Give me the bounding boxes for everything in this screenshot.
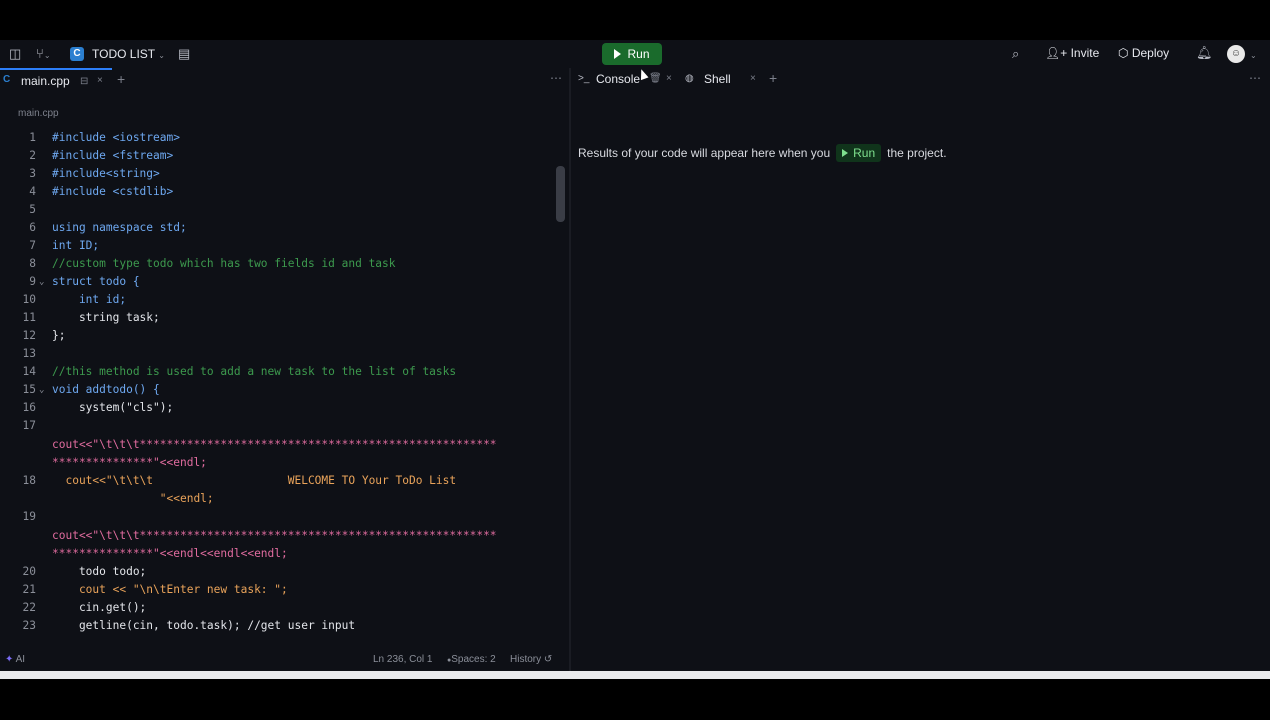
- run-button-label: Run: [627, 47, 650, 61]
- trash-icon[interactable]: 🗑︎: [649, 73, 662, 84]
- code-line-wrap: ***************"<<endl;: [52, 456, 207, 469]
- code-line: 8//custom type todo which has two fields…: [29, 257, 396, 270]
- split-view-icon[interactable]: ⊟: [80, 76, 88, 87]
- code-line-wrap: cout<<"\t\t\t***************************…: [52, 529, 497, 542]
- invite-button[interactable]: 👤︎+ Invite: [1045, 46, 1099, 60]
- add-tab-icon[interactable]: +: [117, 71, 125, 87]
- sidebar-toggle-icon[interactable]: ◫: [9, 47, 21, 61]
- code-line: 23 getline(cin, todo.task); //get user i…: [22, 619, 356, 632]
- code-line: 16 system("cls");: [22, 401, 174, 414]
- indent-setting[interactable]: ●Spaces: 2: [447, 654, 496, 665]
- terminal-icon: >_: [578, 73, 590, 84]
- deploy-icon: ⬡: [1118, 46, 1129, 60]
- code-line: 1 #include <iostream>: [29, 131, 180, 144]
- code-line: 21 cout << "\n\tEnter new task: ";: [22, 583, 288, 596]
- breadcrumb[interactable]: main.cpp: [18, 108, 59, 119]
- editor-pane: C main.cpp ⊟ × + ⋯ main.cpp 1 #include <i…: [0, 68, 568, 671]
- more-options-icon[interactable]: ⋯: [1249, 71, 1261, 85]
- close-icon[interactable]: ×: [750, 73, 756, 84]
- code-line: 19: [22, 510, 36, 523]
- code-line-wrap: cout<<"\t\t\t***************************…: [52, 438, 497, 451]
- pane-divider[interactable]: [569, 68, 571, 671]
- repl-name[interactable]: TODO LIST ⌄: [92, 47, 165, 61]
- console-tab-bar: >_ Console 🗑︎ × ◍ Shell × + ⋯: [572, 68, 1270, 90]
- code-line: 5: [29, 203, 36, 216]
- tab-label: main.cpp: [21, 74, 70, 88]
- close-icon[interactable]: ×: [666, 73, 672, 84]
- fold-chevron-icon[interactable]: ⌄: [39, 273, 44, 291]
- add-tab-icon[interactable]: +: [769, 70, 777, 86]
- history-button[interactable]: History ↺: [510, 654, 552, 665]
- console-empty-message: Results of your code will appear here wh…: [578, 144, 947, 162]
- chevron-down-icon[interactable]: ⌄: [1250, 49, 1257, 63]
- tab-console[interactable]: Console: [596, 72, 640, 86]
- tab-shell[interactable]: Shell: [704, 72, 731, 86]
- code-line: 10 int id;: [22, 293, 127, 306]
- add-user-icon: 👤︎+: [1045, 46, 1068, 60]
- inline-run-button[interactable]: Run: [836, 144, 882, 162]
- ai-icon: ✦: [5, 654, 14, 665]
- console-pane: >_ Console 🗑︎ × ◍ Shell × + ⋯ Results of…: [572, 68, 1270, 671]
- code-line-wrap: ***************"<<endl<<endl<<endl;: [52, 547, 288, 560]
- more-options-icon[interactable]: ⋯: [550, 71, 562, 85]
- cpp-file-icon: C: [3, 74, 11, 85]
- history-icon: ↺: [543, 654, 553, 665]
- editor-scrollbar[interactable]: [556, 166, 565, 222]
- bottom-strip: [0, 671, 1270, 679]
- layout-icon[interactable]: ▤: [178, 47, 190, 61]
- code-line: 14//this method is used to add a new tas…: [22, 365, 457, 378]
- code-line: 12};: [22, 329, 66, 342]
- replit-workspace: ◫ ⑂⌄ C TODO LIST ⌄ ▤ Run ⌕ 👤︎+ Invite ⬡ …: [0, 40, 1270, 671]
- cursor-position[interactable]: Ln 236, Col 1: [373, 654, 433, 665]
- play-icon: [614, 49, 622, 59]
- ai-button[interactable]: ✦ AI: [5, 654, 25, 665]
- tab-main-cpp[interactable]: C main.cpp ⊟ ×: [0, 68, 112, 90]
- code-line: 20 todo todo;: [22, 565, 147, 578]
- shell-icon: ◍: [685, 73, 694, 84]
- repl-language-icon: C: [70, 47, 84, 61]
- play-icon: [842, 149, 849, 157]
- code-line: 6 using namespace std;: [29, 221, 187, 234]
- code-line: 11 string task;: [22, 311, 160, 324]
- code-line: 3 #include<string>: [29, 167, 160, 180]
- run-button[interactable]: Run: [602, 43, 662, 65]
- fold-chevron-icon[interactable]: ⌄: [39, 381, 44, 399]
- code-line: 15 ⌄ void addtodo() {: [0, 381, 555, 399]
- git-branch-icon[interactable]: ⑂⌄: [36, 47, 51, 63]
- code-line-wrap: "<<endl;: [52, 492, 214, 505]
- code-line: 4 #include <cstdlib>: [29, 185, 174, 198]
- editor-status-bar: ✦ AI Ln 236, Col 1 ●Spaces: 2 History ↺: [0, 651, 568, 671]
- code-line: 13: [22, 347, 36, 360]
- avatar[interactable]: ☺: [1227, 45, 1245, 63]
- code-line: 7 int ID;: [29, 239, 100, 252]
- code-line: 17: [22, 419, 36, 432]
- deploy-button[interactable]: ⬡ Deploy: [1118, 46, 1169, 60]
- code-line: 2 #include <fstream>: [29, 149, 174, 162]
- code-line: 9 ⌄ struct todo {: [0, 273, 555, 291]
- bell-icon[interactable]: 🔔︎: [1196, 46, 1213, 60]
- close-icon[interactable]: ×: [97, 75, 103, 86]
- editor-tab-bar: C main.cpp ⊟ × + ⋯: [0, 68, 568, 90]
- code-line: 22 cin.get();: [22, 601, 147, 614]
- code-line: 18 cout<<"\t\t\t WELCOME TO Your ToDo Li…: [22, 474, 457, 487]
- top-bar: ◫ ⑂⌄ C TODO LIST ⌄ ▤ Run ⌕ 👤︎+ Invite ⬡ …: [0, 40, 1270, 68]
- search-icon[interactable]: ⌕: [1012, 47, 1019, 61]
